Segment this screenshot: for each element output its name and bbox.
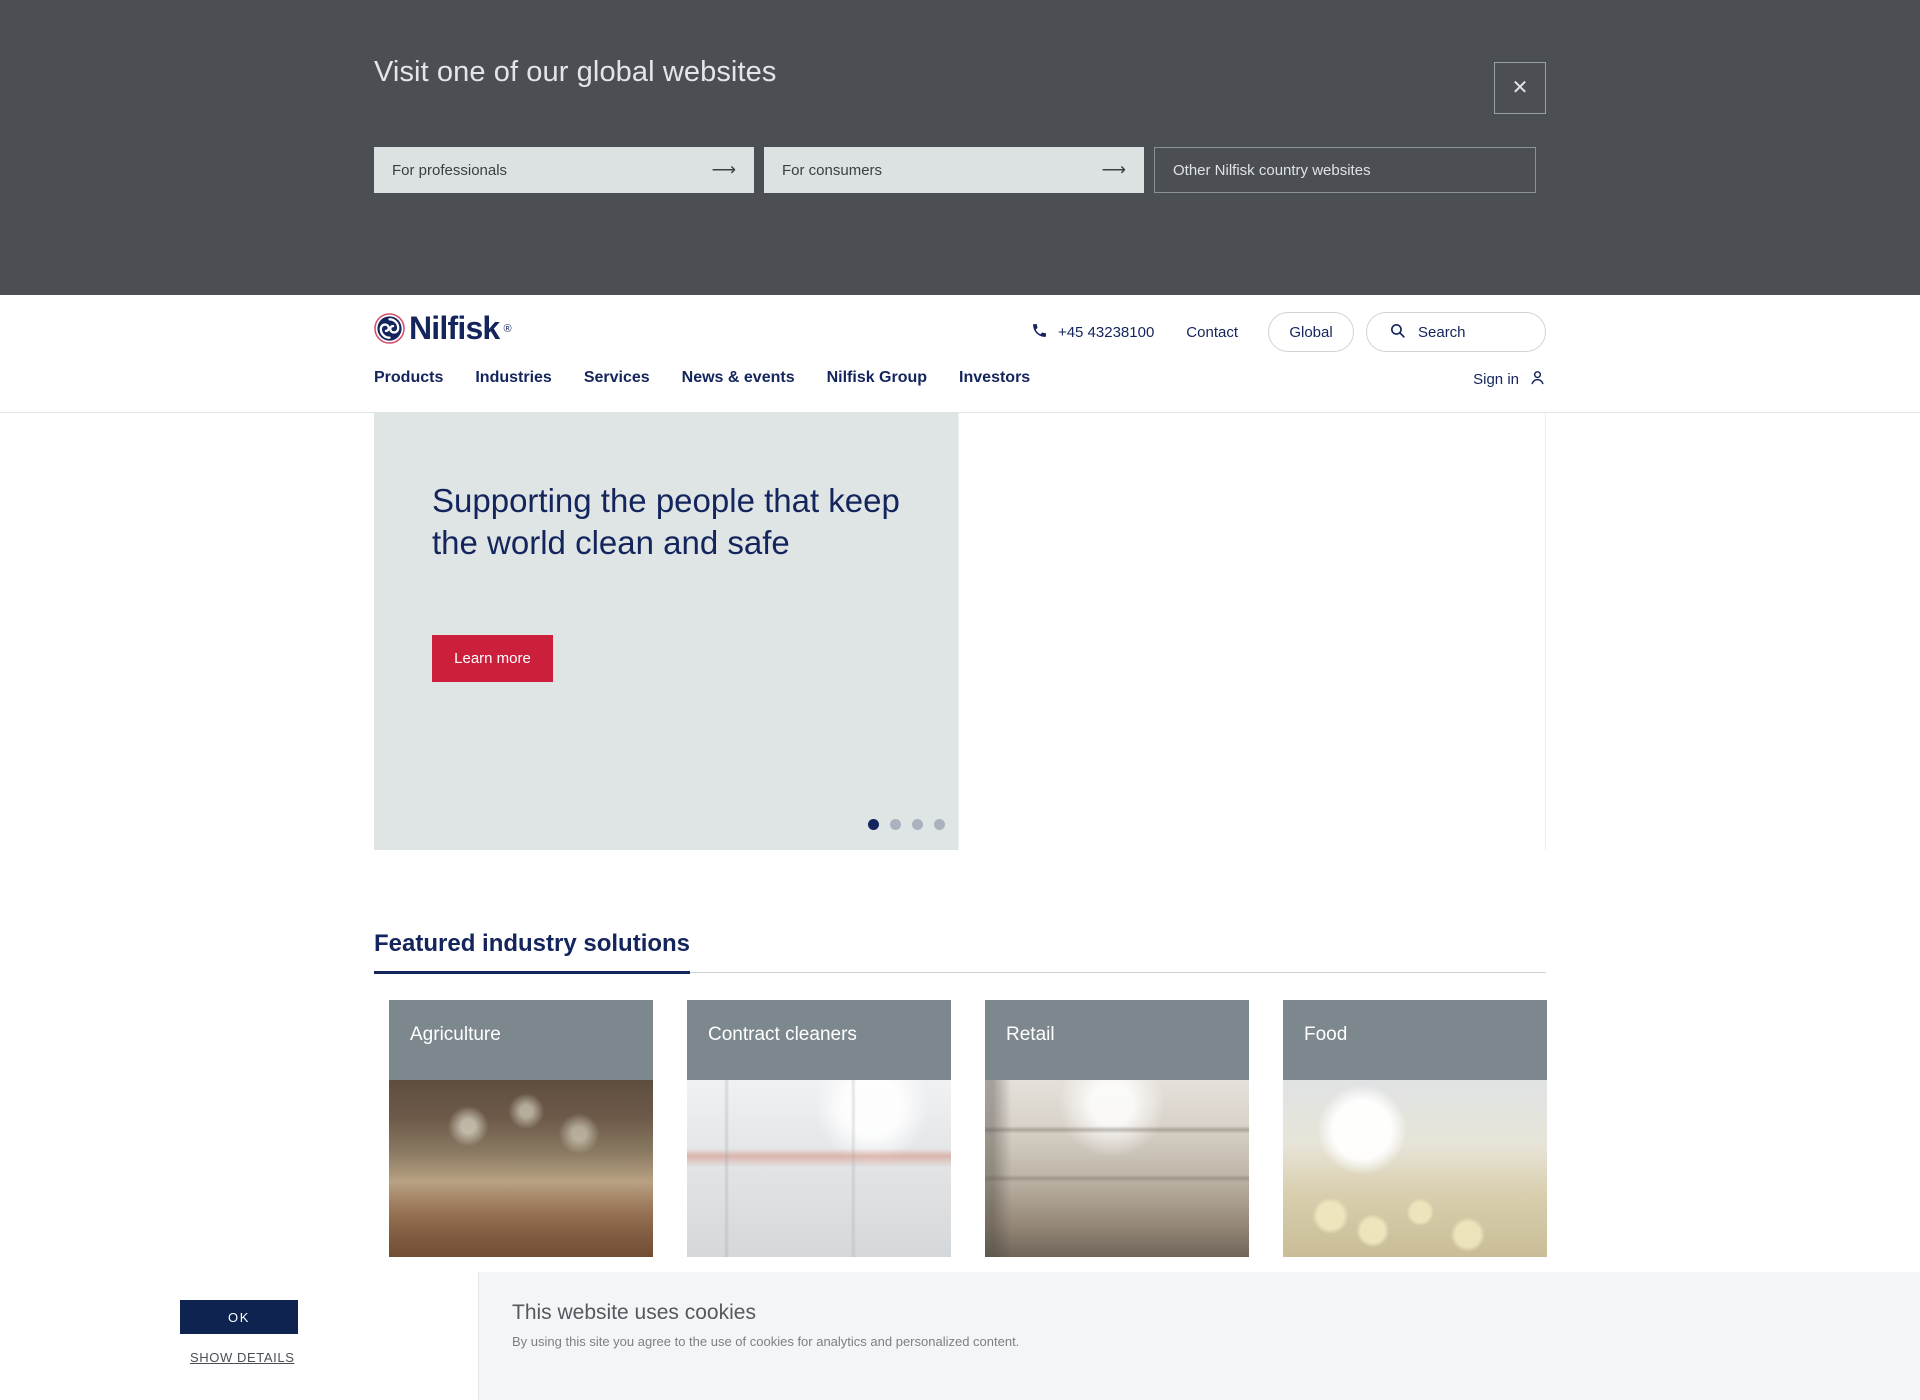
cookie-ok-button[interactable]: OK (180, 1300, 298, 1334)
carousel-dots (868, 819, 945, 830)
card-photo (389, 1070, 653, 1257)
global-banner-title: Visit one of our global websites (374, 56, 777, 88)
option-for-professionals[interactable]: For professionals ⟶ (374, 147, 754, 193)
logo-wordmark: Nilfisk (409, 310, 500, 346)
main-navigation: Products Industries Services News & even… (374, 369, 1030, 387)
option-for-consumers[interactable]: For consumers ⟶ (764, 147, 1144, 193)
industry-card-food[interactable]: Food (1283, 1000, 1547, 1257)
nav-item-services[interactable]: Services (584, 369, 650, 387)
nav-item-products[interactable]: Products (374, 369, 443, 387)
registered-mark: ® (503, 322, 512, 335)
card-label: Agriculture (410, 1024, 501, 1045)
search-label: Search (1418, 323, 1466, 341)
industry-card-agriculture[interactable]: Agriculture (389, 1000, 653, 1257)
sign-in-button[interactable]: Sign in (1473, 369, 1546, 390)
phone-icon (1031, 322, 1048, 343)
global-websites-banner: Visit one of our global websites ✕ For p… (0, 0, 1920, 295)
learn-more-button[interactable]: Learn more (432, 635, 553, 682)
hero-slide: Supporting the people that keep the worl… (374, 413, 958, 850)
close-icon[interactable]: ✕ (1494, 62, 1546, 114)
card-label: Contract cleaners (708, 1024, 857, 1045)
contact-link[interactable]: Contact (1186, 324, 1238, 341)
nav-item-investors[interactable]: Investors (959, 369, 1030, 387)
industry-card-retail[interactable]: Retail (985, 1000, 1249, 1257)
search-button[interactable]: Search (1366, 312, 1546, 352)
card-label: Food (1304, 1024, 1348, 1045)
section-divider-accent (374, 971, 690, 974)
industry-card-grid: Agriculture Contract cleaners Retail Foo… (389, 1000, 1547, 1257)
sign-in-label: Sign in (1473, 371, 1519, 388)
nav-item-news-events[interactable]: News & events (682, 369, 795, 387)
card-photo (985, 1070, 1249, 1257)
nilfisk-logo[interactable]: Nilfisk ® (374, 310, 512, 347)
arrow-right-icon: ⟶ (1101, 160, 1126, 179)
site-header: Nilfisk ® +45 43238100 Contact Global Se… (0, 295, 1920, 413)
carousel-dot-2[interactable] (890, 819, 901, 830)
cookie-description: By using this site you agree to the use … (512, 1334, 1020, 1349)
arrow-right-icon: ⟶ (711, 160, 736, 179)
card-photo (687, 1070, 951, 1257)
nav-item-nilfisk-group[interactable]: Nilfisk Group (827, 369, 927, 387)
option-other-country-websites[interactable]: Other Nilfisk country websites (1154, 147, 1536, 193)
card-photo (1283, 1070, 1547, 1257)
featured-industry-section: Featured industry solutions (374, 930, 1546, 974)
nav-item-industries[interactable]: Industries (475, 369, 551, 387)
cookie-consent-banner: OK SHOW DETAILS This website uses cookie… (0, 1272, 1920, 1400)
hero-headline: Supporting the people that keep the worl… (432, 482, 900, 561)
hero-media-panel (958, 413, 1546, 850)
option-label: For consumers (782, 161, 883, 179)
utility-nav: +45 43238100 Contact Global Search (1031, 312, 1546, 352)
phone-number: +45 43238100 (1057, 323, 1155, 341)
cookie-show-details-link[interactable]: SHOW DETAILS (190, 1350, 294, 1365)
global-region-button[interactable]: Global (1268, 312, 1354, 352)
carousel-dot-1[interactable] (868, 819, 879, 830)
user-icon (1529, 369, 1546, 390)
phone-link[interactable]: +45 43238100 (1031, 322, 1154, 343)
option-label: For professionals (392, 161, 508, 179)
cookie-title: This website uses cookies (512, 1301, 756, 1324)
nilfisk-swirl-icon (374, 313, 405, 344)
global-banner-options: For professionals ⟶ For consumers ⟶ Othe… (374, 147, 1536, 193)
option-label: Other Nilfisk country websites (1173, 161, 1371, 179)
card-label: Retail (1006, 1024, 1055, 1045)
carousel-dot-4[interactable] (934, 819, 945, 830)
section-title: Featured industry solutions (374, 930, 691, 957)
industry-card-contract-cleaners[interactable]: Contract cleaners (687, 1000, 951, 1257)
search-icon (1389, 322, 1406, 343)
carousel-dot-3[interactable] (912, 819, 923, 830)
